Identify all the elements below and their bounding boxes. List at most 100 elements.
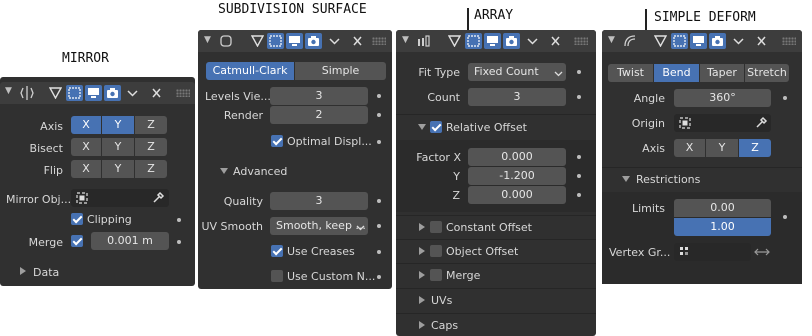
restrictions-subpanel-label[interactable]: Restrictions — [636, 173, 700, 186]
realtime-display-icon[interactable] — [286, 33, 303, 49]
axis-y-toggle[interactable]: Y — [102, 116, 134, 134]
use-creases-checkbox[interactable] — [271, 245, 283, 257]
limits-min-field[interactable]: 0.00 — [674, 199, 771, 217]
merge-checkbox[interactable] — [71, 235, 83, 247]
object-offset-checkbox[interactable] — [430, 245, 442, 257]
factor-z-field[interactable]: 0.000 — [468, 186, 566, 204]
data-expand-arrow-icon[interactable] — [20, 267, 26, 275]
constant-offset-checkbox[interactable] — [430, 221, 442, 233]
collapse-arrow-icon[interactable]: ▼ — [402, 35, 409, 45]
uvs-subpanel-label[interactable]: UVs — [431, 294, 452, 307]
relative-offset-label[interactable]: Relative Offset — [446, 121, 527, 134]
fit-type-dropdown[interactable]: Fixed Count — [468, 63, 566, 81]
angle-field[interactable]: 360° — [674, 89, 771, 107]
animate-dot-icon[interactable] — [377, 113, 381, 117]
close-icon[interactable] — [349, 33, 366, 49]
taper-tab[interactable]: Taper — [700, 64, 744, 82]
restrictions-expand-arrow-icon[interactable] — [622, 176, 630, 182]
animate-dot-icon[interactable] — [377, 199, 381, 203]
merge-expand-arrow-icon[interactable] — [419, 271, 425, 279]
constant-offset-expand-arrow-icon[interactable] — [419, 223, 425, 231]
drag-handle-icon[interactable] — [574, 37, 588, 45]
flip-z-toggle[interactable]: Z — [135, 160, 167, 178]
bend-tab[interactable]: Bend — [654, 64, 699, 82]
relative-offset-checkbox[interactable] — [430, 121, 442, 133]
axis-z-toggle[interactable]: Z — [739, 139, 771, 157]
use-custom-normals-checkbox[interactable] — [271, 270, 283, 282]
drag-handle-icon[interactable] — [176, 89, 190, 97]
bisect-y-toggle[interactable]: Y — [102, 138, 134, 156]
quality-field[interactable]: 3 — [270, 192, 368, 210]
axis-x-toggle[interactable]: X — [71, 116, 101, 134]
factor-y-field[interactable]: -1.200 — [468, 167, 566, 185]
render-icon[interactable] — [503, 33, 520, 49]
collapse-arrow-icon[interactable]: ▼ — [204, 35, 211, 45]
realtime-display-icon[interactable] — [484, 33, 501, 49]
catmull-clark-tab[interactable]: Catmull-Clark — [206, 62, 294, 80]
close-icon[interactable] — [753, 33, 770, 49]
render-icon[interactable] — [104, 85, 121, 101]
axis-x-toggle[interactable]: X — [674, 139, 705, 157]
axis-z-toggle[interactable]: Z — [135, 116, 167, 134]
constant-offset-label[interactable]: Constant Offset — [446, 221, 532, 234]
animate-dot-icon[interactable] — [377, 94, 381, 98]
close-icon[interactable] — [148, 85, 165, 101]
animate-dot-icon[interactable] — [577, 70, 581, 74]
factor-x-field[interactable]: 0.000 — [468, 148, 566, 166]
limits-max-field[interactable]: 1.00 — [674, 218, 771, 236]
animate-dot-icon[interactable] — [377, 275, 381, 279]
drag-handle-icon[interactable] — [372, 37, 386, 45]
animate-dot-icon[interactable] — [783, 215, 787, 219]
chevron-down-icon[interactable] — [524, 33, 541, 49]
merge-checkbox[interactable] — [430, 269, 442, 281]
chevron-down-icon[interactable] — [326, 33, 343, 49]
edit-mode-icon[interactable] — [465, 33, 482, 49]
object-offset-label[interactable]: Object Offset — [446, 245, 518, 258]
clipping-checkbox[interactable] — [71, 213, 83, 225]
drag-handle-icon[interactable] — [782, 37, 796, 45]
realtime-display-icon[interactable] — [85, 85, 102, 101]
bisect-x-toggle[interactable]: X — [71, 138, 101, 156]
edit-mode-icon[interactable] — [671, 33, 688, 49]
count-field[interactable]: 3 — [468, 88, 566, 106]
caps-subpanel-label[interactable]: Caps — [431, 319, 458, 332]
advanced-subpanel-label[interactable]: Advanced — [233, 165, 287, 178]
invert-arrows-icon[interactable] — [754, 246, 770, 261]
animate-dot-icon[interactable] — [577, 155, 581, 159]
eyedropper-icon[interactable] — [755, 116, 768, 132]
realtime-display-icon[interactable] — [690, 33, 707, 49]
animate-dot-icon[interactable] — [577, 193, 581, 197]
twist-tab[interactable]: Twist — [608, 64, 653, 82]
uvs-expand-arrow-icon[interactable] — [419, 296, 425, 304]
optimal-display-checkbox[interactable] — [271, 135, 283, 147]
animate-dot-icon[interactable] — [177, 218, 181, 222]
flip-y-toggle[interactable]: Y — [102, 160, 134, 178]
edit-mode-icon[interactable] — [66, 85, 83, 101]
animate-dot-icon[interactable] — [783, 96, 787, 100]
animate-dot-icon[interactable] — [377, 250, 381, 254]
bisect-z-toggle[interactable]: Z — [135, 138, 167, 156]
stretch-tab[interactable]: Stretch — [745, 64, 789, 82]
chevron-down-icon[interactable] — [730, 33, 747, 49]
animate-dot-icon[interactable] — [377, 140, 381, 144]
eyedropper-icon[interactable] — [152, 191, 165, 207]
caps-expand-arrow-icon[interactable] — [419, 321, 425, 329]
edit-mode-cage-icon[interactable] — [652, 33, 669, 49]
relative-offset-expand-arrow-icon[interactable] — [418, 124, 426, 130]
levels-viewport-field[interactable]: 3 — [270, 87, 368, 105]
collapse-arrow-icon[interactable]: ▼ — [5, 86, 12, 96]
close-icon[interactable] — [547, 33, 564, 49]
merge-label[interactable]: Merge — [446, 269, 480, 282]
animate-dot-icon[interactable] — [177, 240, 181, 244]
flip-x-toggle[interactable]: X — [71, 160, 101, 178]
chevron-down-icon[interactable] — [124, 85, 141, 101]
uv-smooth-dropdown[interactable]: Smooth, keep ... — [270, 217, 368, 235]
animate-dot-icon[interactable] — [377, 224, 381, 228]
data-subpanel-label[interactable]: Data — [33, 266, 59, 279]
render-icon[interactable] — [709, 33, 726, 49]
object-offset-expand-arrow-icon[interactable] — [419, 247, 425, 255]
axis-y-toggle[interactable]: Y — [706, 139, 738, 157]
advanced-expand-arrow-icon[interactable] — [220, 168, 228, 174]
merge-distance-field[interactable]: 0.001 m — [91, 232, 169, 250]
render-icon[interactable] — [305, 33, 322, 49]
